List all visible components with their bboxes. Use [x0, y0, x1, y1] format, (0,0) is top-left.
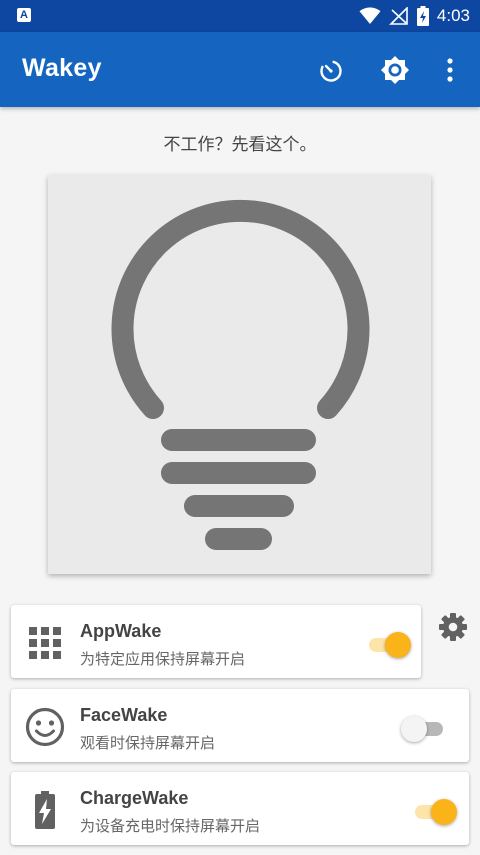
facewake-subtitle: 观看时保持屏幕开启	[80, 734, 216, 752]
chargewake-title: ChargeWake	[80, 788, 189, 808]
app-bar: Wakey	[0, 32, 480, 107]
face-icon	[25, 707, 65, 747]
more-options-button[interactable]	[432, 52, 468, 88]
battery-charging-status-icon	[416, 6, 429, 26]
troubleshoot-hint[interactable]: 不工作？先看这个。	[0, 130, 480, 155]
facewake-card[interactable]: FaceWake 观看时保持屏幕开启	[11, 689, 469, 762]
timer-icon	[320, 60, 342, 82]
brightness-icon	[381, 56, 409, 84]
more-vert-icon	[447, 58, 453, 82]
gear-icon	[439, 613, 467, 641]
facewake-title: FaceWake	[80, 705, 168, 725]
brightness-button[interactable]	[377, 52, 413, 88]
wifi-icon	[359, 7, 381, 24]
appwake-toggle[interactable]	[365, 630, 415, 660]
notification-app-icon: A	[17, 8, 31, 22]
no-signal-icon	[388, 7, 408, 25]
status-icons: 4:03	[359, 5, 470, 27]
status-time: 4:03	[436, 6, 470, 25]
appwake-card[interactable]: AppWake 为特定应用保持屏幕开启	[11, 605, 421, 678]
wake-toggle-bulb-button[interactable]	[48, 175, 431, 574]
apps-grid-icon	[25, 623, 65, 663]
status-bar: A 4:03	[0, 0, 480, 32]
appwake-subtitle: 为特定应用保持屏幕开启	[80, 650, 246, 668]
chargewake-card[interactable]: ChargeWake 为设备充电时保持屏幕开启	[11, 772, 469, 845]
chargewake-subtitle: 为设备充电时保持屏幕开启	[80, 817, 261, 835]
app-title: Wakey	[22, 54, 102, 82]
lightbulb-icon	[111, 199, 370, 550]
appwake-title: AppWake	[80, 621, 162, 641]
timer-button[interactable]	[313, 52, 349, 88]
battery-charging-icon	[25, 790, 65, 830]
chargewake-toggle[interactable]	[411, 797, 461, 827]
facewake-toggle[interactable]	[401, 714, 451, 744]
appwake-settings-button[interactable]	[437, 611, 469, 643]
